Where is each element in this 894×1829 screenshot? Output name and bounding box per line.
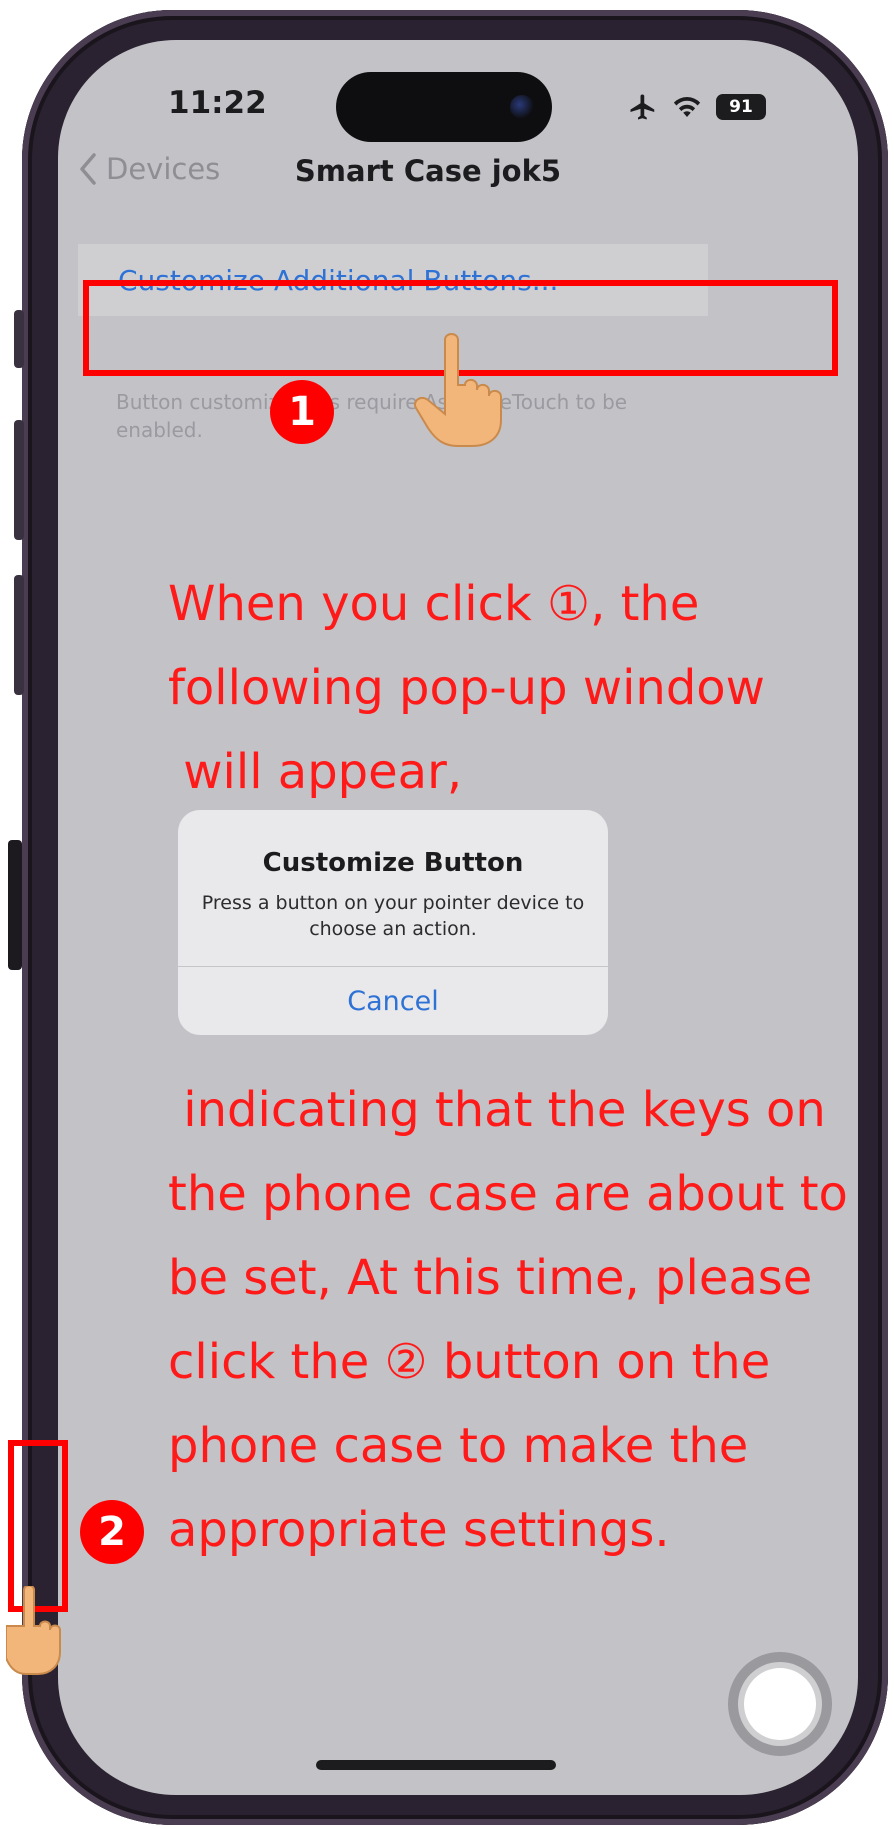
home-indicator[interactable] (316, 1760, 556, 1770)
pointing-hand-icon (414, 333, 502, 447)
step-badge-1: 1 (270, 380, 334, 444)
battery-icon: 91 (716, 94, 766, 120)
instruction-top-line-1: When you click ①, the (168, 576, 700, 632)
status-icons: 91 (628, 92, 766, 122)
back-button[interactable]: Devices (78, 152, 220, 186)
assistive-touch-inner (744, 1668, 816, 1740)
cancel-button[interactable]: Cancel (178, 967, 608, 1035)
side-button-volume-up (14, 420, 24, 540)
airplane-icon (630, 94, 655, 120)
wifi-icon (673, 97, 701, 117)
back-label: Devices (106, 152, 221, 186)
instruction-bottom-line-4: click the ② button on the (168, 1334, 771, 1390)
step-badge-2: 2 (80, 1500, 144, 1564)
instruction-bottom-line-6: appropriate settings. (168, 1502, 670, 1558)
alert-title: Customize Button (262, 848, 524, 878)
dynamic-island (336, 72, 552, 142)
side-button-action (14, 310, 24, 368)
camera-icon (510, 95, 534, 119)
instruction-top-line-3: will appear, (168, 744, 463, 800)
instruction-bottom-line-5: phone case to make the (168, 1418, 749, 1474)
status-time: 11:22 (168, 85, 267, 121)
side-button-case-key[interactable] (8, 840, 22, 970)
footnote-text: Button customizations require AssistiveT… (116, 390, 628, 442)
side-button-volume-down (14, 575, 24, 695)
instruction-bottom-line-2: the phone case are about to (168, 1166, 848, 1222)
instruction-top-line-2: following pop-up window (168, 660, 765, 716)
alert-message: Press a button on your pointer device to… (201, 892, 585, 940)
assistive-touch-icon[interactable] (728, 1652, 832, 1756)
chevron-left-icon (80, 153, 96, 185)
page-title: Smart Case jok5 (294, 154, 562, 188)
instruction-bottom-line-1: indicating that the keys on (168, 1082, 826, 1138)
instruction-bottom-line-3: be set, At this time, please (168, 1250, 813, 1306)
pointing-hand-icon (6, 1586, 61, 1675)
customize-button-alert: Customize Button Press a button on your … (178, 810, 608, 1035)
